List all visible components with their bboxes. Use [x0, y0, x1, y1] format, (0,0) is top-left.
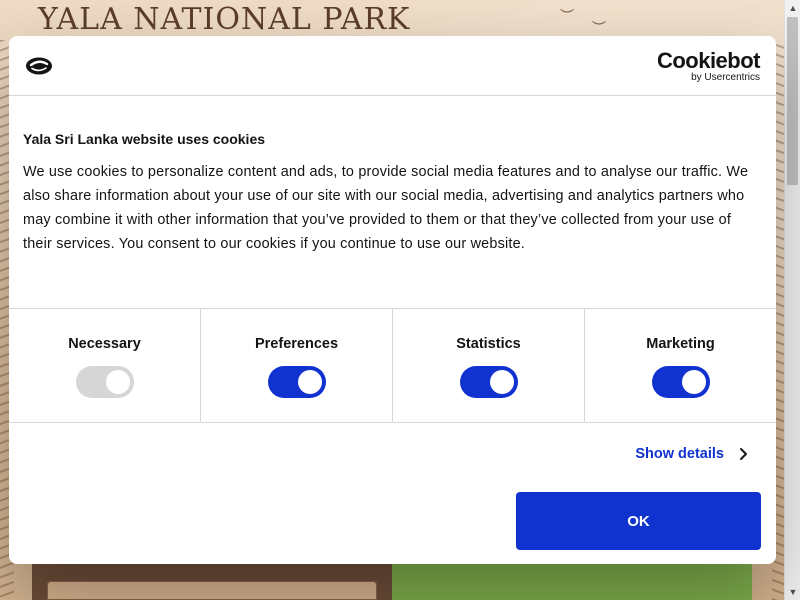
- brand-byline: by Usercentrics: [691, 72, 760, 83]
- dialog-body: Yala Sri Lanka website uses cookies We u…: [23, 130, 763, 256]
- statistics-toggle[interactable]: [459, 366, 518, 398]
- site-title[interactable]: YALA NATIONAL PARK: [38, 2, 410, 37]
- consent-categories: Necessary Preferences Statistics Marketi…: [9, 308, 776, 423]
- bird-icon: ︶: [592, 20, 606, 36]
- category-preferences: Preferences: [201, 309, 393, 422]
- preferences-toggle[interactable]: [267, 366, 326, 398]
- bird-icon: ︶: [560, 8, 574, 24]
- category-marketing: Marketing: [585, 309, 776, 422]
- cookie-consent-dialog: Cookiebot by Usercentrics Yala Sri Lanka…: [9, 36, 776, 564]
- cookiebot-brand[interactable]: Cookiebot by Usercentrics: [656, 48, 761, 84]
- necessary-toggle: [75, 366, 134, 398]
- scroll-up-arrow-icon[interactable]: ▲: [785, 0, 800, 16]
- scroll-thumb[interactable]: [787, 17, 798, 185]
- category-label: Statistics: [456, 336, 521, 352]
- marketing-toggle[interactable]: [651, 366, 710, 398]
- chevron-right-icon: [740, 448, 747, 460]
- toggle-knob: [681, 370, 706, 394]
- category-label: Necessary: [68, 336, 141, 352]
- scroll-down-arrow-icon[interactable]: ▼: [785, 584, 800, 600]
- dialog-title: Yala Sri Lanka website uses cookies: [23, 131, 266, 147]
- page-scrollbar[interactable]: ▲ ▼: [784, 0, 800, 600]
- show-details-link[interactable]: Show details: [635, 446, 750, 462]
- show-details-label: Show details: [635, 446, 724, 462]
- toggle-knob: [489, 370, 514, 394]
- toggle-knob: [297, 370, 322, 394]
- dialog-header: Cookiebot by Usercentrics: [9, 36, 776, 96]
- dialog-description: We use cookies to personalize content an…: [23, 164, 749, 252]
- brand-name: Cookiebot: [656, 48, 761, 73]
- toggle-knob: [105, 370, 130, 394]
- category-statistics: Statistics: [393, 309, 585, 422]
- category-necessary: Necessary: [9, 309, 201, 422]
- cookie-logo-icon: [26, 57, 52, 75]
- category-label: Preferences: [254, 336, 339, 352]
- ok-button[interactable]: OK: [516, 492, 761, 550]
- content-card-right: [392, 560, 752, 600]
- category-label: Marketing: [646, 336, 715, 352]
- content-card-left-panel: [47, 581, 377, 600]
